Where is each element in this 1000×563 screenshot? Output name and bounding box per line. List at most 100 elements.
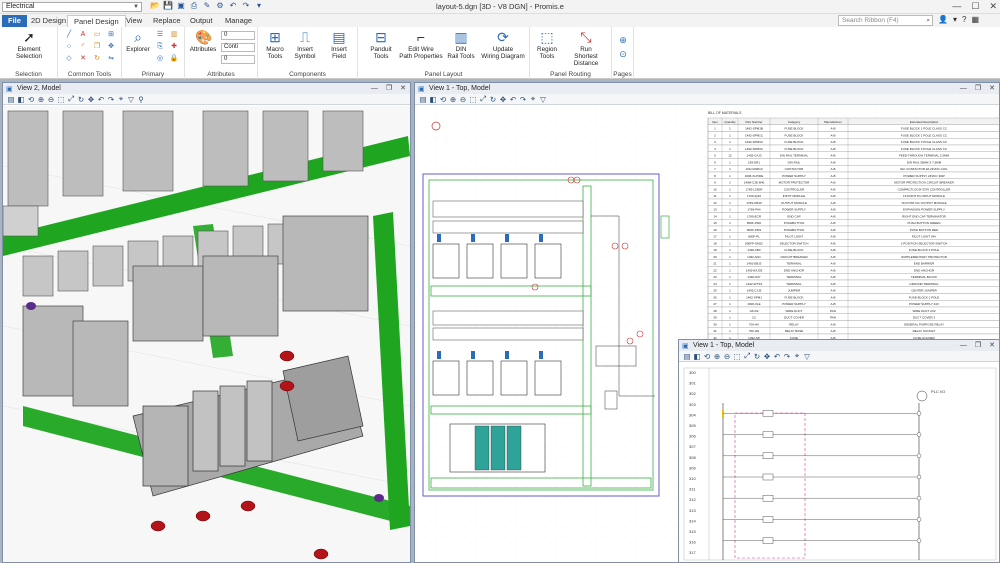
view-close-button[interactable]: ✕ (989, 340, 995, 351)
references-icon[interactable]: ⎘ (155, 42, 165, 52)
rotate-view-icon[interactable]: ↻ (489, 95, 497, 104)
dropdown-icon[interactable]: ▾ (953, 15, 957, 24)
pan-view-icon[interactable]: ✥ (499, 95, 507, 104)
window-area-icon[interactable]: ⬚ (733, 352, 741, 361)
snap-icon[interactable]: ◎ (155, 54, 165, 64)
din-rail-tools-button[interactable]: ▥ DIN Rail Tools (446, 29, 476, 60)
view-next-icon[interactable]: ↷ (107, 95, 115, 104)
zoom-in-icon[interactable]: ⊕ (449, 95, 457, 104)
view-restore-button[interactable]: ❐ (975, 83, 981, 94)
view-previous-icon[interactable]: ↶ (773, 352, 781, 361)
view-attributes-icon[interactable]: ▤ (7, 95, 15, 104)
update-view-icon[interactable]: ⟲ (439, 95, 447, 104)
user-icon[interactable]: 👤 (938, 15, 948, 24)
pan-view-icon[interactable]: ✥ (763, 352, 771, 361)
update-view-icon[interactable]: ⟲ (27, 95, 35, 104)
copy-icon[interactable]: ❐ (92, 42, 102, 52)
save-as-icon[interactable]: ▣ (176, 1, 186, 11)
tab-replace[interactable]: Replace (147, 15, 187, 27)
view-restore-button[interactable]: ❐ (386, 83, 392, 94)
tab-file[interactable]: File (2, 15, 27, 27)
open-icon[interactable]: 📂 (150, 1, 160, 11)
view-previous-icon[interactable]: ↶ (97, 95, 105, 104)
redo-icon[interactable]: ↷ (241, 1, 251, 11)
customize-qat-icon[interactable]: ▾ (254, 1, 264, 11)
view-restore-button[interactable]: ❐ (975, 340, 981, 351)
undo-icon[interactable]: ↶ (228, 1, 238, 11)
update-view-icon[interactable]: ⟲ (703, 352, 711, 361)
element-selection-button[interactable]: ➚ Element Selection (6, 29, 52, 60)
save-icon[interactable]: 💾 (163, 1, 173, 11)
view-attributes-icon[interactable]: ▤ (419, 95, 427, 104)
locks-icon[interactable]: 🔒 (169, 54, 179, 64)
close-button[interactable]: ✕ (989, 1, 997, 12)
rotate-view-icon[interactable]: ↻ (77, 95, 85, 104)
tab-output[interactable]: Output (184, 15, 219, 27)
level-combo[interactable]: 0 (221, 31, 255, 40)
line-weight-combo[interactable]: 0 (221, 55, 255, 64)
pages-icon[interactable]: ⊕ (618, 35, 628, 45)
camera-icon[interactable]: ⌖ (117, 94, 125, 104)
line-style-combo[interactable]: Conti (221, 43, 255, 52)
view-close-button[interactable]: ✕ (400, 83, 406, 94)
view-close-button[interactable]: ✕ (989, 83, 995, 94)
zoom-out-icon[interactable]: ⊖ (459, 95, 467, 104)
accudraw-icon[interactable]: ✚ (169, 42, 179, 52)
view-next-icon[interactable]: ↷ (783, 352, 791, 361)
run-shortest-distance-button[interactable]: ⤡ Run Shortest Distance (562, 29, 610, 67)
explorer-button[interactable]: ⌕ Explorer (124, 29, 152, 53)
fence-icon[interactable]: ▭ (92, 30, 102, 40)
region-tools-button[interactable]: ⬚ Region Tools (532, 29, 562, 60)
schematic-canvas[interactable]: PLC I/O 300 301 302 303 304 305 306 307 308 309 31… (679, 363, 999, 562)
insert-field-button[interactable]: ▤ Insert Field (324, 29, 354, 60)
view-previous-icon[interactable]: ↶ (509, 95, 517, 104)
delete-icon[interactable]: ✕ (78, 54, 88, 64)
view-2-window[interactable]: ▣ View 2, Model — ❐ ✕ ▤ ◧ ⟲ ⊕ ⊖ ⬚ ⤢ ↻ ✥ … (2, 82, 411, 563)
workspace-select[interactable]: Electrical ▼ (2, 2, 142, 12)
circle-icon[interactable]: ○ (64, 42, 74, 52)
levels-icon[interactable]: ☰ (155, 30, 165, 40)
panduit-tools-button[interactable]: ⊟ Panduit Tools (364, 29, 398, 60)
line-icon[interactable]: ╱ (64, 30, 74, 40)
zoom-out-icon[interactable]: ⊖ (47, 95, 55, 104)
tab-view[interactable]: View (120, 15, 148, 27)
insert-symbol-button[interactable]: ⎍ Insert Symbol (290, 29, 320, 60)
arc-icon[interactable]: ◜ (78, 42, 88, 52)
move-icon[interactable]: ✥ (106, 42, 116, 52)
camera-icon[interactable]: ⌖ (793, 351, 801, 361)
zoom-in-icon[interactable]: ⊕ (37, 95, 45, 104)
view-1-schematic-window[interactable]: ▣ View 1 - Top, Model — ❐ ✕ ▤ ◧ ⟲ ⊕ ⊖ ⬚ … (678, 339, 1000, 563)
measure-icon[interactable]: ⊞ (106, 30, 116, 40)
view-attributes-icon[interactable]: ▤ (683, 352, 691, 361)
print-icon[interactable]: ⎙ (189, 1, 199, 11)
rotate-icon[interactable]: ↻ (92, 54, 102, 64)
walk-icon[interactable]: ⚲ (137, 95, 145, 104)
camera-icon[interactable]: ⌖ (529, 94, 537, 104)
display-style-icon[interactable]: ◧ (429, 95, 437, 104)
mirror-icon[interactable]: ⇋ (106, 54, 116, 64)
view-minimize-button[interactable]: — (371, 83, 378, 94)
shape-icon[interactable]: ◇ (64, 54, 74, 64)
page-nav-icon[interactable]: ⊙ (618, 49, 628, 59)
update-wiring-diagram-button[interactable]: ⟳ Update Wiring Diagram (480, 29, 526, 60)
tab-panel-design[interactable]: Panel Design (67, 15, 126, 27)
fit-view-icon[interactable]: ⤢ (67, 94, 75, 104)
view-toggle-icon[interactable]: ▦ (971, 15, 979, 24)
text-icon[interactable]: A (78, 30, 88, 40)
pan-view-icon[interactable]: ✥ (87, 95, 95, 104)
clip-volume-icon[interactable]: ▽ (127, 95, 135, 104)
view-2-canvas[interactable] (3, 106, 410, 562)
zoom-in-icon[interactable]: ⊕ (713, 352, 721, 361)
tab-2d-design[interactable]: 2D Design (25, 15, 72, 27)
display-style-icon[interactable]: ◧ (693, 352, 701, 361)
fit-view-icon[interactable]: ⤢ (479, 94, 487, 104)
window-area-icon[interactable]: ⬚ (469, 95, 477, 104)
view-minimize-button[interactable]: — (960, 340, 967, 351)
tab-manage[interactable]: Manage (219, 15, 258, 27)
rotate-view-icon[interactable]: ↻ (753, 352, 761, 361)
window-area-icon[interactable]: ⬚ (57, 95, 65, 104)
macro-tools-button[interactable]: ⊞ Macro Tools (260, 29, 290, 60)
view-next-icon[interactable]: ↷ (519, 95, 527, 104)
view-minimize-button[interactable]: — (960, 83, 967, 94)
help-icon[interactable]: ? (962, 15, 966, 24)
